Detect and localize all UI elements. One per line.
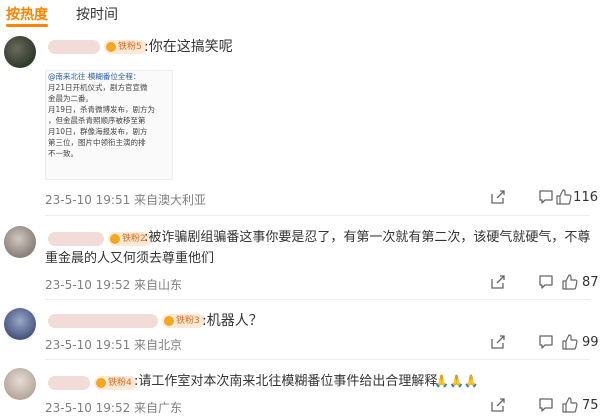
username-blurred[interactable] [48, 232, 104, 246]
comment-icon[interactable] [538, 397, 554, 413]
share-icon[interactable] [490, 274, 506, 290]
avatar[interactable] [4, 226, 36, 258]
tab-time[interactable]: 按时间 [76, 4, 118, 24]
comment-meta: 23-5-10 19:52 来自广东 [45, 401, 183, 415]
tab-underline [6, 24, 48, 27]
like-icon[interactable] [562, 397, 578, 413]
username-blurred[interactable] [48, 314, 158, 328]
comment-icon[interactable] [538, 274, 554, 290]
emoji-icons: 🙏🙏🙏 [434, 374, 479, 388]
avatar[interactable] [4, 36, 36, 68]
tab-hot[interactable]: 按热度 [6, 4, 48, 24]
share-icon[interactable] [490, 189, 506, 205]
attachment-line: 月21日开机仪式，剧方官宣微 [48, 83, 148, 92]
avatar[interactable] [4, 308, 36, 340]
comment-text: :你在这搞笑呢 [144, 39, 233, 55]
divider [45, 359, 590, 360]
comment-meta: 23-5-10 19:51 来自澳大利亚 [45, 193, 207, 207]
like-count: 87 [582, 275, 599, 290]
like-count: 99 [582, 335, 599, 350]
comment-text: :机器人？ [202, 313, 263, 329]
attachment-line: ，但金晨杀青照顺序被移至第 [48, 116, 146, 125]
avatar[interactable] [4, 368, 36, 400]
share-icon[interactable] [490, 397, 506, 413]
comment-text: :请工作室对本次南来北往模糊番位事件给出合理解释 [134, 374, 438, 389]
attachment-line: @南来北往 模糊番位全程： [48, 72, 141, 81]
comment-text: :被诈骗剧组骗番这事你要是忍了，有第一次就有第二次，该硬气就硬气，不尊 [144, 230, 591, 245]
attachment-line: 月19日，杀青微博发布，剧方为 [48, 105, 156, 114]
comment-meta: 23-5-10 19:51 来自北京 [45, 338, 183, 352]
share-icon[interactable] [490, 334, 506, 350]
username-blurred[interactable] [48, 376, 90, 390]
divider [45, 299, 590, 300]
username-blurred[interactable] [48, 40, 100, 54]
like-count: 116 [573, 190, 598, 205]
attachment-line: 金晨为二番。 [48, 94, 93, 103]
comment-icon[interactable] [538, 189, 554, 205]
attachment-line: 月10日，群像海报发布，剧方 [48, 127, 148, 136]
comment-text: 重金晨的人又何须去尊重他们 [45, 251, 215, 266]
divider [45, 215, 590, 216]
fan-badge: 铁粉5 [104, 40, 147, 54]
like-icon[interactable] [562, 274, 578, 290]
like-icon[interactable] [556, 189, 572, 205]
fan-badge: 铁粉3 [162, 314, 205, 328]
fan-badge: 铁粉4 [94, 376, 137, 390]
like-count: 75 [582, 398, 599, 413]
like-icon[interactable] [562, 334, 578, 350]
attachment-line: 第三位，图片中领衔主演的排 [48, 138, 146, 147]
comment-image-attachment[interactable]: @南来北往 模糊番位全程： 月21日开机仪式，剧方官宣微 金晨为二番。 月19日… [45, 70, 173, 180]
comment-meta: 23-5-10 19:52 来自山东 [45, 278, 183, 292]
attachment-line: 不一致。 [48, 149, 78, 158]
comment-icon[interactable] [538, 334, 554, 350]
